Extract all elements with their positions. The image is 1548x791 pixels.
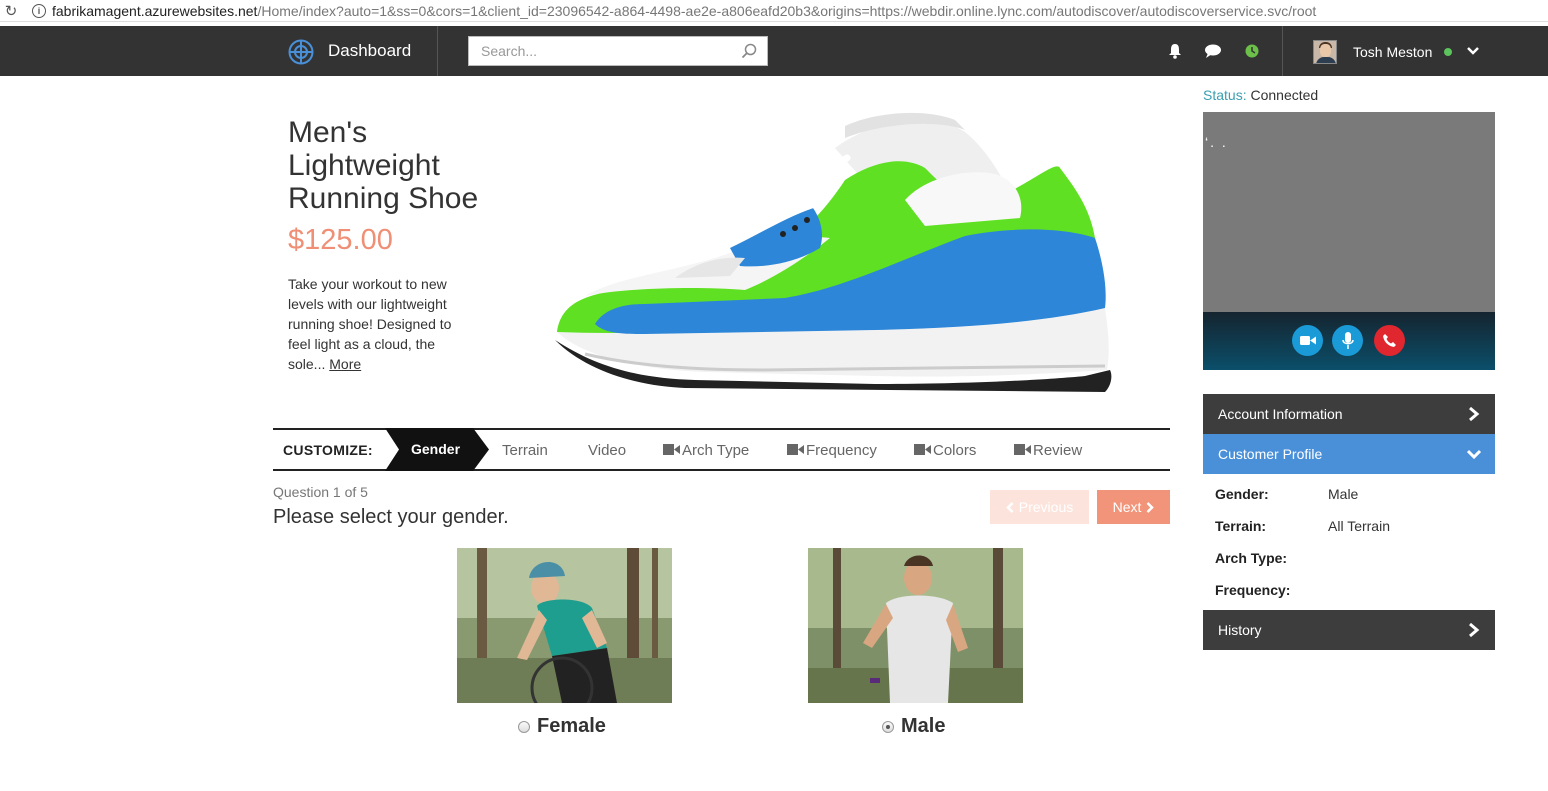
profile-value: Male xyxy=(1328,486,1359,502)
search-box[interactable] xyxy=(468,36,768,66)
chevron-right-icon xyxy=(1147,501,1155,513)
profile-key: Frequency: xyxy=(1215,582,1291,598)
male-option-image[interactable] xyxy=(808,548,1023,703)
female-option-image[interactable] xyxy=(457,548,672,703)
male-option[interactable]: Male xyxy=(882,715,945,738)
product-title: Men's Lightweight Running Shoe xyxy=(288,116,479,215)
more-link[interactable]: More xyxy=(329,356,361,372)
previous-label: Previous xyxy=(1018,499,1074,515)
chevron-left-icon xyxy=(1005,501,1014,513)
divider xyxy=(1282,26,1283,76)
address-bar[interactable]: ↻ i fabrikamagent.azurewebsites.net/Home… xyxy=(0,0,1548,22)
profile-value: All Terrain xyxy=(1328,518,1390,534)
camera-icon xyxy=(787,444,804,455)
status-value: Connected xyxy=(1250,87,1319,103)
step-arch-type[interactable]: Arch Type xyxy=(663,442,749,459)
product-description: Take your workout to new levels with our… xyxy=(288,274,468,374)
bell-icon[interactable] xyxy=(1166,42,1184,60)
camera-icon xyxy=(663,444,680,455)
male-radio[interactable] xyxy=(882,720,894,733)
video-camera-icon xyxy=(1299,336,1316,345)
step-label: Video xyxy=(588,442,627,459)
customer-profile-body: Gender: Male Terrain: All Terrain Arch T… xyxy=(1203,474,1495,610)
step-label: Arch Type xyxy=(682,442,750,459)
account-information-label: Account Information xyxy=(1218,406,1343,422)
chevron-right-icon xyxy=(1469,622,1480,638)
phone-icon xyxy=(1383,334,1396,347)
step-terrain[interactable]: Terrain xyxy=(502,442,548,459)
step-label: Gender xyxy=(411,441,461,457)
female-radio[interactable] xyxy=(518,720,530,733)
top-navbar: Dashboard Tosh Meston xyxy=(0,26,1548,76)
step-label: Terrain xyxy=(502,442,548,459)
reload-icon[interactable]: ↻ xyxy=(0,2,22,20)
url-host: fabrikamagent.azurewebsites.net xyxy=(52,2,258,19)
next-button[interactable]: Next xyxy=(1097,490,1170,524)
question-text: Please select your gender. xyxy=(273,506,509,528)
step-label: Colors xyxy=(933,442,977,459)
profile-key: Arch Type: xyxy=(1215,550,1288,566)
history-header[interactable]: History xyxy=(1203,610,1495,650)
profile-key: Gender: xyxy=(1215,486,1269,502)
chevron-down-icon[interactable] xyxy=(1466,44,1480,58)
app-title[interactable]: Dashboard xyxy=(328,41,411,61)
history-label: History xyxy=(1218,622,1262,638)
avatar[interactable] xyxy=(1313,40,1337,64)
female-label: Female xyxy=(537,715,606,737)
camera-icon xyxy=(1014,444,1031,455)
question-number: Question 1 of 5 xyxy=(273,484,368,500)
product-price: $125.00 xyxy=(288,224,393,256)
chevron-right-icon xyxy=(1469,406,1480,422)
chevron-down-icon xyxy=(1467,449,1481,460)
loading-indicator: ‘. . xyxy=(1205,134,1228,150)
step-video[interactable]: Video xyxy=(588,442,626,459)
video-camera-button[interactable] xyxy=(1292,325,1323,356)
connection-status: Status: Connected xyxy=(1203,87,1318,103)
account-information-header[interactable]: Account Information xyxy=(1203,394,1495,434)
male-label: Male xyxy=(901,715,946,737)
video-call-panel: ‘. . xyxy=(1203,112,1495,370)
status-label: Status: xyxy=(1203,87,1247,103)
female-option[interactable]: Female xyxy=(518,715,606,738)
profile-key: Terrain: xyxy=(1215,518,1267,534)
hang-up-button[interactable] xyxy=(1374,325,1405,356)
customize-label: CUSTOMIZE: xyxy=(283,442,373,458)
shoe-image xyxy=(555,112,1112,392)
customer-profile-label: Customer Profile xyxy=(1218,446,1323,462)
step-label: Review xyxy=(1033,442,1083,459)
online-status-dot xyxy=(1444,48,1452,56)
previous-button[interactable]: Previous xyxy=(990,490,1089,524)
clock-icon[interactable] xyxy=(1243,42,1261,60)
microphone-icon xyxy=(1341,331,1354,349)
search-icon[interactable] xyxy=(741,43,757,59)
info-icon[interactable]: i xyxy=(32,3,46,18)
step-gender[interactable]: Gender xyxy=(385,428,489,471)
next-label: Next xyxy=(1112,499,1142,515)
customize-bar: CUSTOMIZE: Gender Terrain Video Arch Typ… xyxy=(273,428,1170,471)
search-input[interactable] xyxy=(469,37,729,65)
step-label: Frequency xyxy=(806,442,877,459)
divider xyxy=(437,26,438,76)
url-path: /Home/index?auto=1&ss=0&cors=1&client_id… xyxy=(257,2,1317,19)
call-controls xyxy=(1203,312,1495,370)
camera-icon xyxy=(914,444,931,455)
globe-logo-icon[interactable] xyxy=(288,39,314,65)
description-text: Take your workout to new levels with our… xyxy=(288,276,452,372)
chat-icon[interactable] xyxy=(1204,42,1222,60)
microphone-button[interactable] xyxy=(1332,325,1363,356)
user-name[interactable]: Tosh Meston xyxy=(1353,44,1432,60)
step-colors[interactable]: Colors xyxy=(914,442,976,459)
step-frequency[interactable]: Frequency xyxy=(787,442,877,459)
step-review[interactable]: Review xyxy=(1014,442,1082,459)
customer-profile-header[interactable]: Customer Profile xyxy=(1203,434,1495,474)
